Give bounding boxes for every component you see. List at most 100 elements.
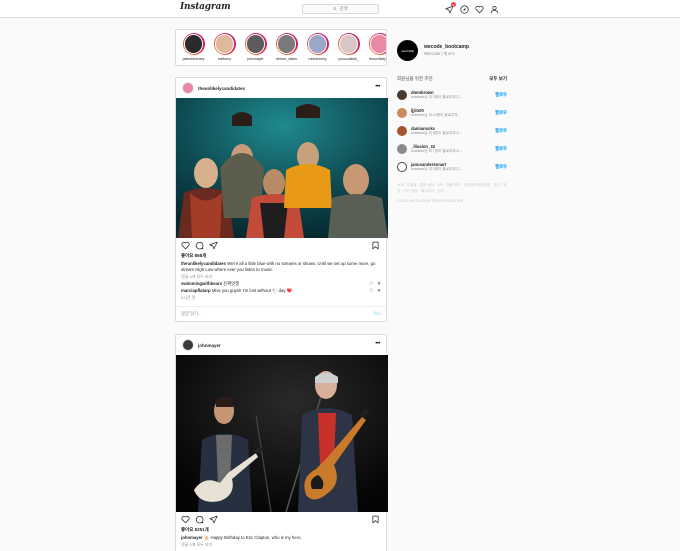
- copyright-text: © 2020 INSTAGRAM FROM FACEBOOK: [397, 199, 464, 203]
- story-ring: [182, 33, 205, 55]
- follow-button[interactable]: 팔로우: [495, 92, 507, 98]
- add-comment-bar: 댓글 달기... 게시: [176, 306, 386, 321]
- post-author-avatar[interactable]: [182, 339, 194, 351]
- post-author-username[interactable]: theunlikelycandidates: [198, 86, 245, 91]
- suggestion-avatar[interactable]: [397, 144, 407, 154]
- story-avatar: [339, 35, 358, 53]
- suggestion-avatar[interactable]: [397, 108, 407, 118]
- top-navigation-bar: Instagram 검색 1: [0, 0, 680, 18]
- story-avatar: [370, 35, 386, 53]
- feed-post: theunlikelycandidates ••• 좋아요 868개 theun…: [175, 77, 388, 322]
- comment-username[interactable]: swimmingwithbears: [181, 281, 222, 286]
- view-all-comments-link[interactable]: 댓글 4개 모두 보기: [176, 541, 386, 549]
- story-item[interactable]: yuuuuukkkk_: [335, 33, 362, 65]
- suggestion-avatar[interactable]: [397, 90, 407, 100]
- like-heart-icon[interactable]: [181, 241, 190, 250]
- post-caption: theunlikelycandidates We're all a little…: [176, 259, 386, 273]
- stories-tray: patrickbrioney mietomo johnmayer demon_b…: [175, 29, 387, 66]
- comment-text: 진짜멋쟁: [223, 281, 240, 286]
- story-avatar: [184, 35, 203, 53]
- comment-delete-icon[interactable]: ✕: [377, 288, 381, 295]
- suggestion-item: damianscks wdelseri님 외 8명이 팔로우하고... 팔로우: [397, 126, 507, 136]
- comment-like-icon[interactable]: ♡: [369, 288, 373, 295]
- current-user-username[interactable]: wecode_bootcamp: [424, 44, 469, 50]
- post-actions: [176, 238, 386, 253]
- post-caption: johnmayer 🎂 Happy Birthday to Eric Clapt…: [176, 533, 386, 541]
- comment-text: Miss you guys!! I'm lost without 🐑 day ❤…: [211, 287, 293, 293]
- suggestion-item: ljj0100 wdelseri님 외 10명이 팔로우하... 팔로우: [397, 108, 507, 118]
- story-username: mietomo: [217, 57, 232, 61]
- story-item[interactable]: demon_baker: [273, 33, 300, 65]
- search-icon: [333, 7, 338, 11]
- see-all-link[interactable]: 모두 보기: [489, 76, 507, 82]
- comment-input[interactable]: 댓글 달기...: [181, 311, 202, 317]
- direct-message-button[interactable]: 1: [444, 2, 456, 14]
- search-placeholder: 검색: [339, 6, 348, 11]
- post-timestamp: 9시간 전: [181, 295, 196, 300]
- footer-links[interactable]: 소개 · 도움말 · 홍보 센터 · API · 채용 정보 · 개인정보처리방…: [397, 183, 509, 194]
- suggestion-reason: wdelseri님 외 8명이 팔로우하고...: [411, 131, 462, 135]
- suggestion-item: janusandersonart wdelseri님 외 5명이 팔로우하고...…: [397, 162, 507, 172]
- suggestion-reason: wdelseri님 외 2명이 팔로우하고...: [411, 95, 462, 99]
- comment-bubble-icon[interactable]: [195, 515, 204, 524]
- follow-button[interactable]: 팔로우: [495, 128, 507, 134]
- post-image[interactable]: [176, 355, 388, 512]
- current-user-avatar[interactable]: weCODE: [397, 40, 418, 61]
- story-avatar: [277, 35, 296, 53]
- follow-button[interactable]: 팔로우: [495, 164, 507, 170]
- person-icon: [490, 5, 498, 13]
- suggestion-avatar[interactable]: [397, 126, 407, 136]
- more-options-icon[interactable]: •••: [375, 84, 380, 90]
- story-ring: [275, 33, 298, 55]
- activity-button[interactable]: [474, 4, 484, 14]
- caption-username[interactable]: theunlikelycandidates: [181, 261, 226, 266]
- story-item[interactable]: johnmayer: [242, 33, 269, 65]
- post-image[interactable]: [176, 98, 388, 238]
- post-author-avatar[interactable]: [182, 82, 194, 94]
- story-item[interactable]: robintemmy: [304, 33, 331, 65]
- story-ring: [368, 33, 386, 55]
- feed-post: johnmayer ••• 좋아요 5251개 johnmayer 🎂 Happ…: [175, 334, 388, 551]
- caption-text: 🎂 Happy Birthday to Eric Clapton, who is…: [203, 535, 302, 540]
- story-username: yuuuuukkkk_: [338, 57, 359, 61]
- story-item[interactable]: patrickbrioney: [180, 33, 207, 65]
- band-photo: [176, 98, 388, 238]
- post-author-username[interactable]: johnmayer: [198, 343, 221, 348]
- post-comment-button[interactable]: 게시: [373, 311, 381, 317]
- suggestion-avatar[interactable]: [397, 162, 407, 172]
- search-input[interactable]: 검색: [302, 4, 379, 14]
- view-all-comments-link[interactable]: 댓글 4개 모두 보기: [176, 273, 386, 281]
- explore-button[interactable]: [459, 4, 469, 14]
- share-plane-icon[interactable]: [209, 515, 218, 524]
- suggestion-reason: wdelseri님 외 7명이 팔로우하고...: [411, 149, 462, 153]
- more-options-icon[interactable]: •••: [375, 341, 380, 347]
- share-plane-icon[interactable]: [209, 241, 218, 250]
- heart-icon: [474, 5, 484, 13]
- post-actions: [176, 512, 386, 527]
- like-heart-icon[interactable]: [181, 515, 190, 524]
- comment-bubble-icon[interactable]: [195, 241, 204, 250]
- suggestion-item: _illusion_33 wdelseri님 외 7명이 팔로우하고... 팔로우: [397, 144, 507, 154]
- current-user-profile[interactable]: weCODE wecode_bootcamp WeCode | 위코드: [397, 40, 469, 61]
- story-avatar: [246, 35, 265, 53]
- concert-photo: [176, 355, 388, 512]
- nav-icons: 1: [444, 2, 499, 14]
- story-username: demon_baker: [275, 57, 298, 61]
- story-item[interactable]: mietomo: [211, 33, 238, 65]
- story-item[interactable]: theunlikelyca: [366, 33, 386, 65]
- caption-username[interactable]: johnmayer: [181, 535, 203, 540]
- profile-button[interactable]: [489, 4, 499, 14]
- suggestion-reason: wdelseri님 외 5명이 팔로우하고...: [411, 167, 462, 171]
- post-header: johnmayer •••: [176, 335, 386, 355]
- instagram-logo[interactable]: Instagram: [180, 2, 231, 12]
- suggestion-reason: wdelseri님 외 10명이 팔로우하...: [411, 113, 461, 117]
- bookmark-icon[interactable]: [371, 515, 380, 524]
- story-username: robintemmy: [308, 57, 327, 61]
- suggestions-title: 회원님을 위한 추천: [397, 76, 433, 81]
- follow-button[interactable]: 팔로우: [495, 146, 507, 152]
- notification-badge: 1: [451, 2, 456, 7]
- comment-username[interactable]: marciapflatarp: [181, 288, 211, 293]
- story-ring: [306, 33, 329, 55]
- bookmark-icon[interactable]: [371, 241, 380, 250]
- follow-button[interactable]: 팔로우: [495, 110, 507, 116]
